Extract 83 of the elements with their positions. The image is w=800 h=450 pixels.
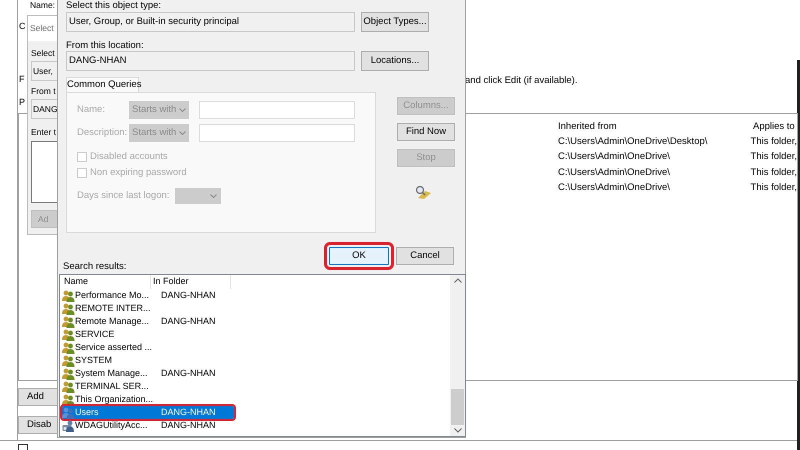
user-group-icon	[62, 368, 75, 380]
result-name: SERVICE	[75, 328, 116, 341]
table-cell: This folder,	[750, 150, 797, 164]
user-group-icon	[62, 354, 75, 366]
checkbox-label: Non expiring password	[90, 166, 187, 180]
field-label: F	[19, 74, 24, 85]
result-name: Service asserted ...	[75, 340, 154, 354]
column-header: Inherited from	[558, 120, 618, 134]
window-button[interactable]: Disab	[18, 416, 57, 434]
result-row[interactable]: REMOTE INTER...	[62, 302, 234, 315]
result-row[interactable]: SYSTEM	[62, 354, 234, 367]
results-label: Search results:	[63, 261, 128, 272]
user-group-icon	[62, 342, 75, 354]
caret-icon	[179, 108, 186, 112]
result-folder: DANG-NHAN	[161, 288, 216, 302]
field-label: Description:	[77, 126, 128, 140]
user-group-icon	[62, 380, 75, 392]
table-cell-text: C:\Users\Admin\OneDrive\Desktop\	[558, 134, 708, 149]
table-cell: This folder,	[750, 166, 797, 180]
cancel-button[interactable]: Cancel	[396, 247, 454, 265]
days-dropdown[interactable]	[175, 188, 222, 204]
field-label: Enter t	[31, 127, 57, 138]
column-header: Name	[62, 275, 151, 289]
result-row[interactable]: Users DANG-NHAN	[62, 406, 234, 419]
user-group-icon	[62, 328, 75, 340]
result-folder: DANG-NHAN	[161, 314, 216, 328]
field-label: C	[19, 21, 26, 32]
user-group-icon	[62, 316, 75, 328]
field-label: P	[19, 97, 26, 108]
field-label: From t	[31, 86, 57, 97]
scroll-up-icon[interactable]	[454, 278, 462, 283]
result-row[interactable]: System Manage... DANG-NHAN	[62, 367, 234, 380]
result-row[interactable]: Remote Manage... DANG-NHAN	[62, 315, 234, 328]
scroll-thumb[interactable]	[451, 389, 464, 425]
result-name: System Manage...	[75, 366, 149, 380]
result-folder: DANG-NHAN	[161, 406, 216, 419]
result-name: SYSTEM	[75, 354, 114, 367]
result-name: Remote Manage...	[75, 314, 150, 328]
table-cell: This folder,	[750, 181, 797, 196]
result-row[interactable]: SERVICE	[62, 328, 234, 341]
checkbox-label: Disabled accounts	[90, 150, 168, 164]
side-button[interactable]: Find Now	[397, 123, 455, 141]
result-name: REMOTE INTER...	[75, 302, 152, 315]
column-header: Applies to	[753, 120, 795, 134]
result-row[interactable]: WDAGUtilityAcc... DANG-NHAN	[62, 419, 234, 432]
caret-icon	[210, 194, 218, 198]
window-title: Select	[30, 22, 54, 35]
input-field[interactable]	[199, 101, 355, 119]
caret-icon	[179, 131, 186, 135]
result-row[interactable]: Service asserted ...	[62, 341, 234, 354]
user-group-icon	[62, 290, 75, 302]
tab[interactable]: Common Queries	[66, 77, 139, 92]
table-cell-text: C:\Users\Admin\OneDrive\	[558, 181, 671, 196]
field-label: Select this object type:	[66, 1, 162, 11]
result-name: This Organization...	[75, 392, 154, 406]
locations-button[interactable]: Locations...	[361, 51, 429, 71]
scroll-down-icon[interactable]	[454, 428, 462, 433]
result-name: Users	[75, 406, 100, 419]
user-group-icon	[62, 406, 75, 418]
table-cell: This folder,	[750, 134, 797, 149]
table-cell-text: C:\Users\Admin\OneDrive\	[558, 166, 671, 180]
result-name: WDAGUtilityAcc...	[75, 418, 149, 432]
instruction-text: and click Edit (if available).	[465, 75, 578, 86]
result-name: Performance Mo...	[75, 288, 150, 302]
result-row[interactable]: Performance Mo... DANG-NHAN	[62, 289, 234, 302]
input-field[interactable]	[199, 124, 355, 142]
field-label: Select	[31, 48, 56, 59]
column-header: In Folder	[151, 275, 231, 289]
user-account-icon	[62, 420, 75, 432]
field-label: Name:	[77, 102, 106, 117]
object-types-button[interactable]: Object Types...	[361, 12, 429, 32]
search-icon	[415, 185, 432, 199]
result-folder: DANG-NHAN	[161, 418, 216, 432]
result-name: TERMINAL SER...	[75, 380, 150, 393]
result-folder: DANG-NHAN	[161, 366, 216, 380]
table-cell-text: C:\Users\Admin\OneDrive\	[558, 150, 671, 164]
field-label: Days since last logon:	[77, 188, 170, 203]
scrollbar[interactable]	[450, 275, 465, 436]
window-button[interactable]: Add	[18, 388, 57, 406]
result-row[interactable]: TERMINAL SER...	[62, 380, 234, 393]
user-group-icon	[62, 302, 75, 314]
name-label: Name:	[30, 0, 56, 10]
field-label: From this location:	[66, 40, 145, 51]
